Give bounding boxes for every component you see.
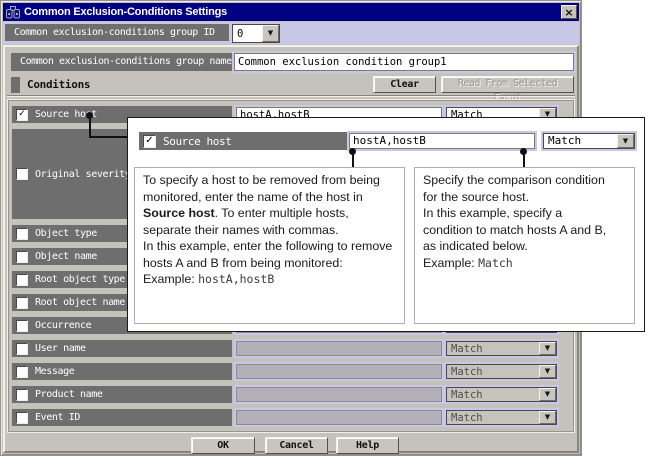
window-title: Common Exclusion-Conditions Settings [24,6,227,18]
condition-checkbox[interactable] [16,297,28,309]
condition-label: Event ID [35,412,80,423]
clear-button[interactable]: Clear [373,76,436,93]
condition-label: Object type [35,228,97,239]
group-name-label: Common exclusion-conditions group name [11,53,233,71]
titlebar: Common Exclusion-Conditions Settings × [3,3,579,21]
condition-checkbox[interactable] [16,412,28,424]
condition-value-field [234,362,444,381]
dropdown-arrow-icon: ▼ [268,30,273,37]
condition-checkbox[interactable] [16,274,28,286]
magnified-row-label: Source host [163,136,231,147]
close-icon: × [564,7,573,18]
group-id-label: Common exclusion-conditions group ID [5,24,229,41]
dropdown-arrow-button: ▼ [539,365,556,378]
condition-dropdown-value: Match [451,412,483,424]
condition-label-bar: Event ID [12,409,232,426]
magnified-row-checkbox: ✓ [143,135,156,148]
group-id-row: Common exclusion-conditions group ID 0 ▼ [3,22,579,44]
condition-label: User name [35,343,86,354]
condition-row: Message Match ▼ [8,363,574,380]
callout-box: ✓ Source host hostA,hostB Match ▼ To spe… [127,117,645,332]
magnified-field-value: hostA,hostB [353,135,426,147]
condition-dropdown-value: Match [451,389,483,401]
dropdown-arrow-icon: ▼ [545,345,550,352]
group-name-value: Common exclusion condition group1 [238,56,447,68]
condition-label-bar: Message [12,363,232,380]
connector-line [89,117,91,138]
dropdown-arrow-icon: ▼ [545,391,550,398]
condition-label-bar: User name [12,340,232,357]
binoculars-icon [6,6,20,19]
magnified-match-dropdown: Match ▼ [541,131,637,151]
condition-row: Product name Match ▼ [8,386,574,403]
condition-checkbox[interactable] [16,320,28,332]
conditions-section-marker [11,77,20,93]
dropdown-arrow-button: ▼ [617,134,634,148]
condition-dropdown-value: Match [451,343,483,355]
condition-row: Event ID Match ▼ [8,409,574,426]
condition-label-bar: Product name [12,386,232,403]
condition-match-dropdown: Match ▼ [444,408,559,427]
connector-line [352,153,354,167]
dropdown-arrow-button[interactable]: ▼ [262,25,279,42]
dropdown-arrow-button: ▼ [539,342,556,355]
left-note-box: To specify a host to be removed from bei… [134,167,405,324]
condition-label: Message [35,366,74,377]
condition-match-dropdown: Match ▼ [444,385,559,404]
dropdown-arrow-button: ▼ [539,411,556,424]
condition-checkbox[interactable] [16,168,28,180]
condition-label: Root object type [35,274,125,285]
condition-checkbox[interactable] [16,251,28,263]
read-from-selected-event-button: Read From Selected Event [441,76,574,93]
magnified-value-field: hostA,hostB [347,131,537,151]
help-button[interactable]: Help [336,437,399,454]
ok-button[interactable]: OK [191,437,255,454]
cancel-button[interactable]: Cancel [265,437,328,454]
documentation-page: Common Exclusion-Conditions Settings × C… [0,0,648,456]
dropdown-arrow-icon: ▼ [623,138,628,145]
condition-checkbox[interactable] [16,366,28,378]
group-id-dropdown[interactable]: 0 ▼ [232,24,280,43]
condition-label: Product name [35,389,102,400]
right-note-box: Specify the comparison condition for the… [414,167,635,324]
dropdown-arrow-icon: ▼ [545,368,550,375]
magnified-dropdown-value: Match [548,135,581,147]
condition-checkbox[interactable] [16,228,28,240]
conditions-section-label: Conditions [27,79,90,91]
condition-checkbox[interactable]: ✓ [16,109,28,121]
dropdown-arrow-button: ▼ [539,388,556,401]
dropdown-arrow-icon: ▼ [545,414,550,421]
group-name-field[interactable]: Common exclusion condition group1 [232,51,576,73]
magnified-source-host-label-bar: ✓ Source host [139,132,347,150]
condition-checkbox[interactable] [16,343,28,355]
close-button[interactable]: × [561,5,577,19]
condition-value-field [234,385,444,404]
condition-match-dropdown: Match ▼ [444,339,559,358]
connector-line [523,153,525,167]
condition-checkbox[interactable] [16,389,28,401]
condition-label: Occurrence [35,320,91,331]
condition-value-field [234,408,444,427]
connector-line [89,136,128,138]
condition-row: User name Match ▼ [8,340,574,357]
condition-value-field [234,339,444,358]
condition-label: Root object name [35,297,125,308]
condition-match-dropdown: Match ▼ [444,362,559,381]
condition-label: Object name [35,251,97,262]
condition-dropdown-value: Match [451,366,483,378]
divider [7,95,575,97]
group-id-value: 0 [237,28,243,40]
